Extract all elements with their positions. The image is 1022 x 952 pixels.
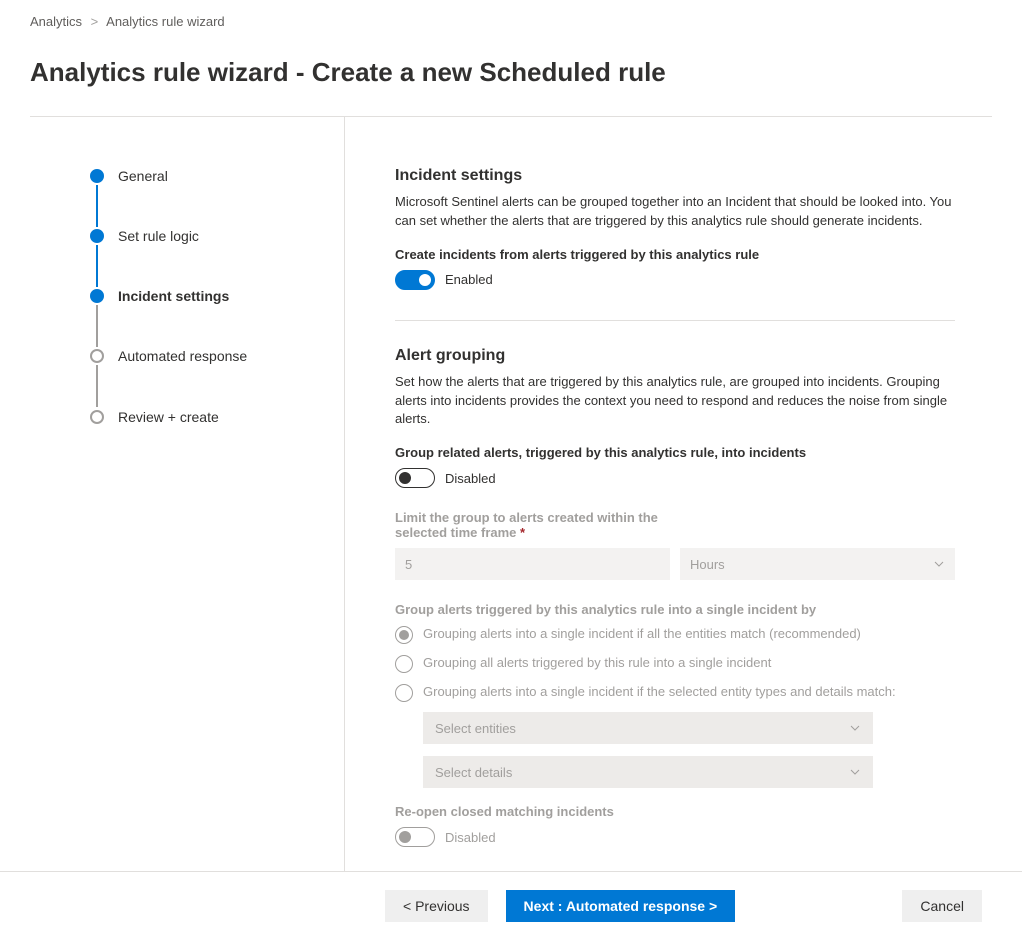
step-label: Automated response xyxy=(118,348,247,364)
step-connector xyxy=(96,365,98,407)
reopen-toggle[interactable] xyxy=(395,827,435,847)
step-automated-response[interactable]: Automated response xyxy=(90,347,324,407)
breadcrumb: Analytics > Analytics rule wizard xyxy=(30,14,992,29)
limit-timeframe-label: Limit the group to alerts created within… xyxy=(395,510,675,540)
group-by-radio-group: Grouping alerts into a single incident i… xyxy=(395,625,955,788)
step-circle-icon xyxy=(90,349,104,363)
toggle-knob-icon xyxy=(399,831,411,843)
step-circle-icon xyxy=(90,410,104,424)
breadcrumb-root[interactable]: Analytics xyxy=(30,14,82,29)
step-circle-icon xyxy=(90,229,104,243)
step-label: General xyxy=(118,168,168,184)
radio-icon xyxy=(395,626,413,644)
limit-unit-value: Hours xyxy=(690,557,725,572)
group-by-label: Group alerts triggered by this analytics… xyxy=(395,602,955,617)
select-details-dropdown[interactable]: Select details xyxy=(423,756,873,788)
group-related-label: Group related alerts, triggered by this … xyxy=(395,445,955,460)
radio-label: Grouping alerts into a single incident i… xyxy=(423,625,861,643)
incident-settings-desc: Microsoft Sentinel alerts can be grouped… xyxy=(395,193,955,231)
radio-icon xyxy=(395,684,413,702)
step-label: Incident settings xyxy=(118,288,229,304)
toggle-knob-icon xyxy=(419,274,431,286)
reopen-toggle-text: Disabled xyxy=(445,830,496,845)
limit-unit-dropdown[interactable]: Hours xyxy=(680,548,955,580)
select-details-placeholder: Select details xyxy=(435,765,512,780)
step-label: Set rule logic xyxy=(118,228,199,244)
alert-grouping-title: Alert grouping xyxy=(395,347,955,365)
create-incidents-label: Create incidents from alerts triggered b… xyxy=(395,247,955,262)
create-incidents-toggle-text: Enabled xyxy=(445,272,493,287)
toggle-knob-icon xyxy=(399,472,411,484)
chevron-down-icon xyxy=(933,558,945,570)
radio-label: Grouping alerts into a single incident i… xyxy=(423,683,896,701)
alert-grouping-desc: Set how the alerts that are triggered by… xyxy=(395,373,955,430)
step-general[interactable]: General xyxy=(90,167,324,227)
radio-icon xyxy=(395,655,413,673)
step-incident-settings[interactable]: Incident settings xyxy=(90,287,324,347)
breadcrumb-separator: > xyxy=(91,14,99,29)
step-circle-icon xyxy=(90,289,104,303)
chevron-down-icon xyxy=(849,766,861,778)
select-entities-dropdown[interactable]: Select entities xyxy=(423,712,873,744)
radio-label: Grouping all alerts triggered by this ru… xyxy=(423,654,771,672)
previous-button[interactable]: < Previous xyxy=(385,890,488,922)
cancel-button[interactable]: Cancel xyxy=(902,890,982,922)
step-connector xyxy=(96,185,98,227)
limit-value-input[interactable] xyxy=(395,548,670,580)
step-circle-icon xyxy=(90,169,104,183)
step-label: Review + create xyxy=(118,409,219,425)
group-related-toggle-text: Disabled xyxy=(445,471,496,486)
section-divider xyxy=(395,320,955,321)
wizard-content: Incident settings Microsoft Sentinel ale… xyxy=(345,117,955,871)
step-connector xyxy=(96,245,98,287)
incident-settings-title: Incident settings xyxy=(395,167,955,185)
radio-entities-match[interactable]: Grouping alerts into a single incident i… xyxy=(395,625,955,644)
reopen-label: Re-open closed matching incidents xyxy=(395,804,955,819)
select-entities-placeholder: Select entities xyxy=(435,721,516,736)
radio-all-alerts[interactable]: Grouping all alerts triggered by this ru… xyxy=(395,654,955,673)
wizard-footer: < Previous Next : Automated response > C… xyxy=(0,871,1022,922)
group-related-toggle[interactable] xyxy=(395,468,435,488)
breadcrumb-current: Analytics rule wizard xyxy=(106,14,225,29)
step-connector xyxy=(96,305,98,347)
radio-selected-types[interactable]: Grouping alerts into a single incident i… xyxy=(395,683,955,702)
page-title: Analytics rule wizard - Create a new Sch… xyxy=(30,57,992,88)
step-list: General Set rule logic Incident settings… xyxy=(90,167,324,427)
chevron-down-icon xyxy=(849,722,861,734)
next-button[interactable]: Next : Automated response > xyxy=(506,890,736,922)
create-incidents-toggle[interactable] xyxy=(395,270,435,290)
step-set-rule-logic[interactable]: Set rule logic xyxy=(90,227,324,287)
step-review-create[interactable]: Review + create xyxy=(90,407,324,427)
wizard-steps-sidebar: General Set rule logic Incident settings… xyxy=(30,117,345,871)
wizard-frame: General Set rule logic Incident settings… xyxy=(30,116,992,871)
